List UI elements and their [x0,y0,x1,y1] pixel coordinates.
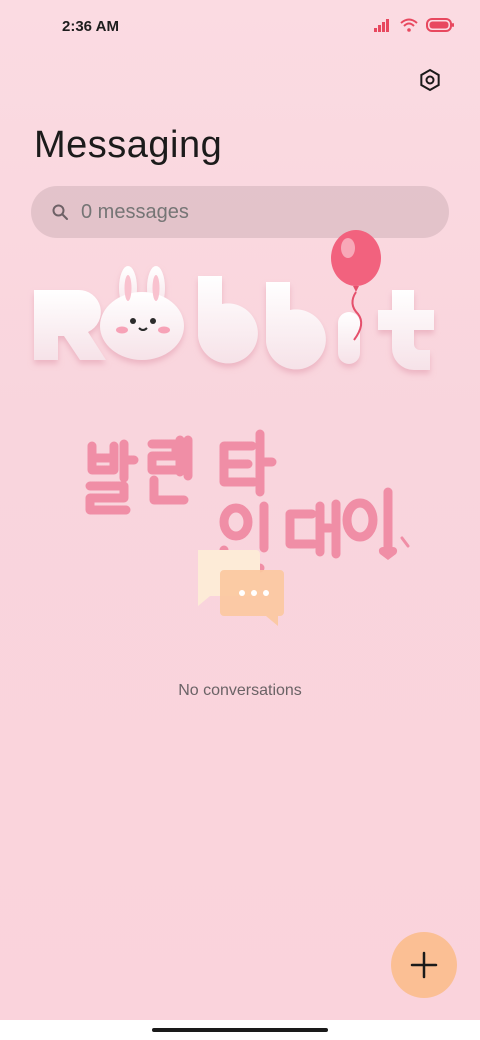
home-indicator[interactable] [152,1028,328,1032]
plus-icon [410,951,438,979]
status-time: 2:36 AM [62,18,119,35]
search-icon [52,204,68,220]
bunny-icon [100,266,184,360]
page-title: Messaging [34,124,223,166]
status-bar: 2:36 AM [0,0,480,56]
wifi-icon [400,18,418,32]
signal-icon [374,19,389,32]
heart-icon [378,536,410,560]
settings-icon [420,68,440,92]
empty-state-text: No conversations [178,682,302,699]
navigation-bar [0,1020,480,1040]
new-conversation-button[interactable] [391,932,457,998]
chat-bubbles-icon [198,550,284,626]
settings-button[interactable] [416,66,444,94]
status-icons [374,18,454,32]
theme-word-art [34,266,434,370]
theme-decoration [34,230,434,573]
battery-icon [426,18,454,32]
search-input[interactable] [79,199,403,225]
